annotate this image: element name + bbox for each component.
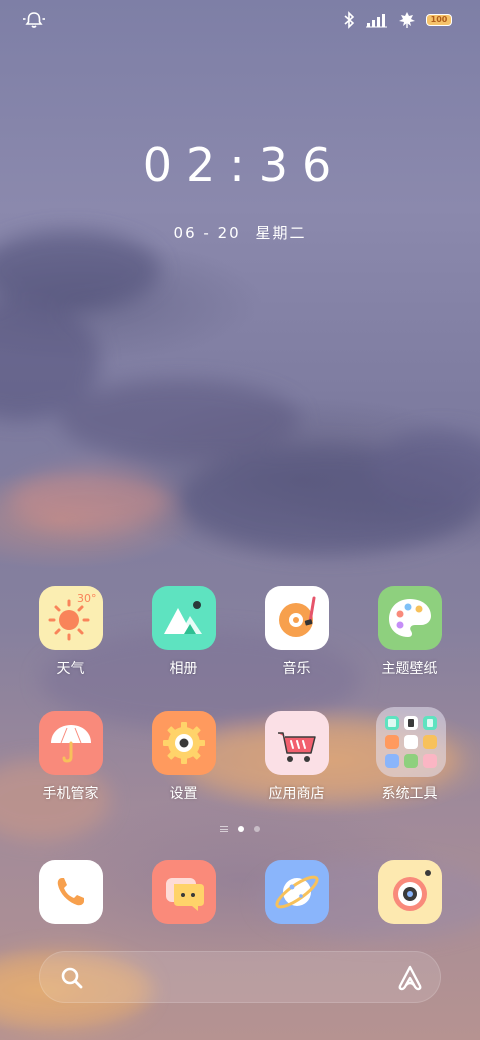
message-icon[interactable] — [152, 860, 216, 924]
app-weather[interactable]: 30° 天气 — [14, 586, 127, 711]
page-dot-1[interactable] — [238, 826, 244, 832]
phone-icon[interactable] — [39, 860, 103, 924]
search-icon[interactable] — [60, 966, 84, 990]
app-label: 手机管家 — [42, 786, 99, 802]
weather-temp: 30° — [77, 592, 97, 605]
dock-camera[interactable] — [353, 860, 466, 930]
app-folder-system-tools[interactable]: 系统工具 — [353, 707, 466, 836]
camera-icon[interactable] — [378, 860, 442, 924]
dock-browser[interactable] — [240, 860, 353, 930]
gear-icon[interactable] — [152, 711, 216, 775]
date-digits: 06 - 20 — [173, 224, 241, 242]
app-grid: 30° 天气 相册 音乐 主题壁纸 手机管家 设置 应用商店 系统工具 — [0, 586, 480, 836]
bell-snooze-icon — [22, 10, 48, 30]
dock-messages[interactable] — [127, 860, 240, 930]
app-music[interactable]: 音乐 — [240, 586, 353, 711]
shopping-cart-icon[interactable] — [265, 711, 329, 775]
app-label: 相册 — [169, 661, 198, 677]
page-dot-2[interactable] — [254, 826, 260, 832]
app-label: 天气 — [56, 661, 85, 677]
umbrella-icon[interactable] — [39, 711, 103, 775]
folder-icon[interactable] — [376, 707, 446, 777]
weekday: 星期二 — [255, 224, 307, 242]
search-bar[interactable] — [39, 951, 441, 1003]
app-label: 主题壁纸 — [381, 661, 438, 677]
app-theme[interactable]: 主题壁纸 — [353, 586, 466, 711]
page-indicator[interactable] — [0, 826, 480, 832]
browser-planet-icon[interactable] — [265, 860, 329, 924]
app-row-1: 30° 天气 相册 音乐 主题壁纸 — [0, 586, 480, 711]
dock — [0, 860, 480, 930]
app-phone-manager[interactable]: 手机管家 — [14, 711, 127, 836]
app-gallery[interactable]: 相册 — [127, 586, 240, 711]
lock-date[interactable]: 06 - 20 星期二 — [0, 222, 480, 243]
app-label: 应用商店 — [268, 786, 325, 802]
music-record-icon[interactable] — [265, 586, 329, 650]
app-row-2: 手机管家 设置 应用商店 系统工具 — [0, 707, 480, 836]
battery-level: 100 — [426, 14, 452, 26]
bluetooth-icon — [342, 11, 356, 29]
gallery-icon[interactable] — [152, 586, 216, 650]
app-label: 系统工具 — [381, 786, 438, 802]
leaf-icon — [398, 11, 416, 29]
app-label: 音乐 — [282, 661, 311, 677]
battery-indicator: 100 — [426, 14, 452, 26]
app-store[interactable]: 应用商店 — [240, 711, 353, 836]
app-label: 设置 — [169, 786, 198, 802]
dock-phone[interactable] — [14, 860, 127, 930]
page-list-icon — [220, 826, 228, 832]
signal-icon — [366, 12, 388, 28]
assistant-icon[interactable] — [396, 964, 424, 992]
weather-sun-icon[interactable]: 30° — [39, 586, 103, 650]
palette-icon[interactable] — [378, 586, 442, 650]
lock-clock[interactable]: 02:36 — [0, 138, 480, 192]
status-bar: 100 — [0, 0, 480, 40]
app-settings[interactable]: 设置 — [127, 711, 240, 836]
